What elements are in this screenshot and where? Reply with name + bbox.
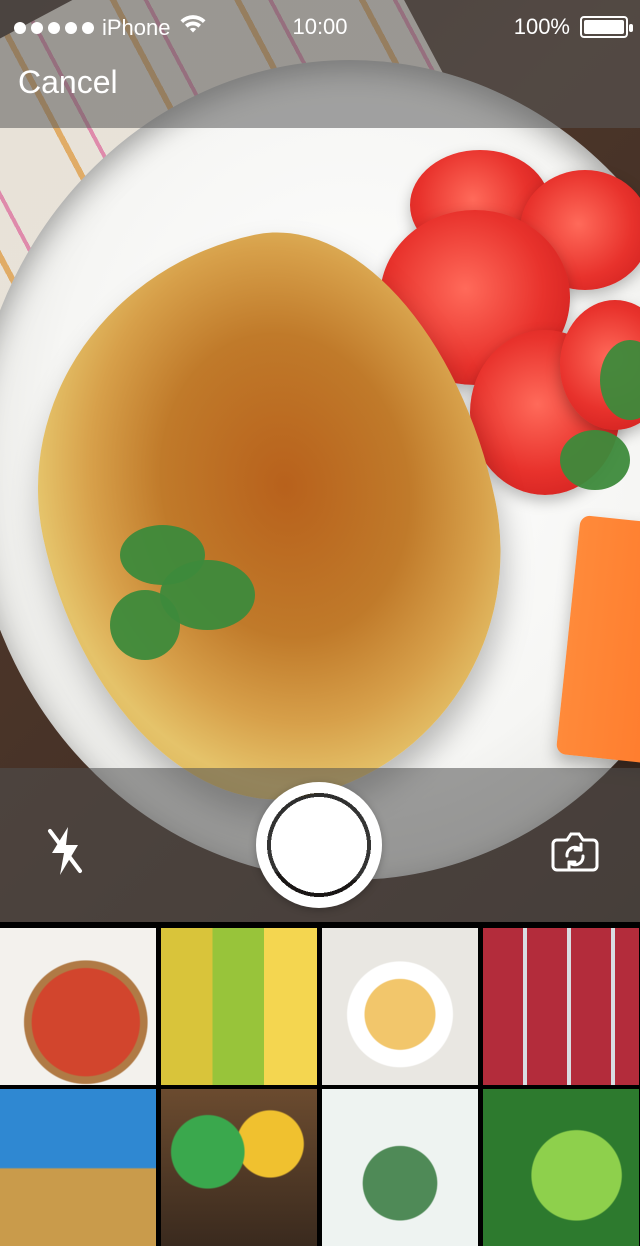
thumb-peppers[interactable] xyxy=(161,928,317,1085)
switch-camera-icon[interactable] xyxy=(546,822,604,880)
camera-top-bar: iPhone 10:00 100% Cancel xyxy=(0,0,640,128)
thumb-plant[interactable] xyxy=(322,1089,478,1246)
battery-area: 100% xyxy=(513,14,633,40)
camera-controls xyxy=(0,768,640,922)
thumb-meat[interactable] xyxy=(483,928,639,1085)
cancel-button[interactable]: Cancel xyxy=(18,64,118,101)
shutter-button[interactable] xyxy=(256,782,382,908)
battery-percent: 100% xyxy=(513,14,570,39)
thumb-greens[interactable] xyxy=(483,1089,639,1246)
flash-off-icon[interactable] xyxy=(40,826,90,876)
thumb-produce[interactable] xyxy=(161,1089,317,1246)
thumb-tart[interactable] xyxy=(0,928,156,1085)
battery-full-icon xyxy=(580,16,633,38)
status-bar: iPhone 10:00 100% xyxy=(0,0,640,56)
photo-gallery xyxy=(0,922,640,1246)
thumb-fries[interactable] xyxy=(322,928,478,1085)
herb-leaf xyxy=(110,590,180,660)
herb-leaf xyxy=(560,430,630,490)
thumb-pasta-bowl[interactable] xyxy=(0,1089,156,1246)
